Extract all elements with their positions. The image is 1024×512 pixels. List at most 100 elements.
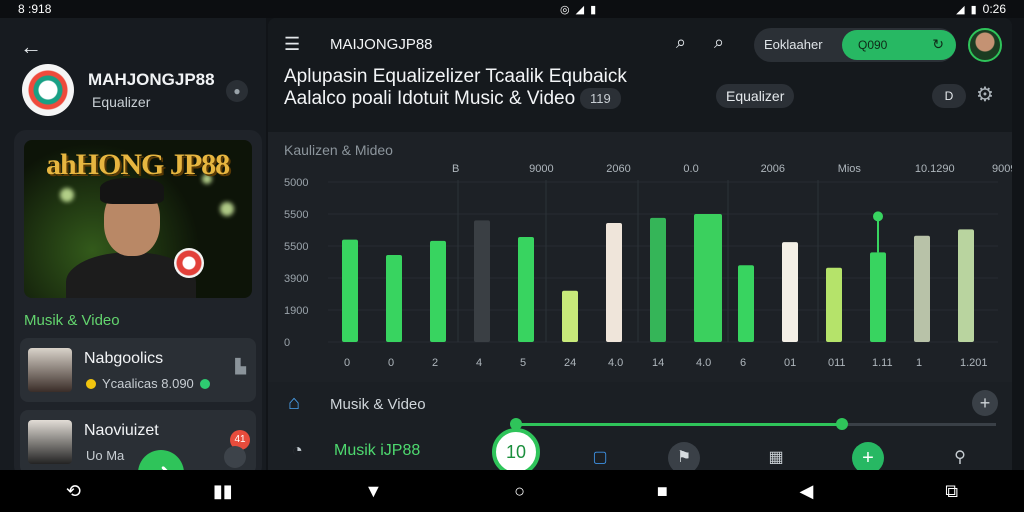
preset-label: Musik iJP88: [334, 442, 421, 459]
media-label: Musik & Video: [330, 396, 426, 413]
headline-count-badge: 119: [580, 88, 621, 109]
add-icon[interactable]: +: [972, 390, 998, 416]
list-item[interactable]: Naoviuizet Uo Ma 41: [20, 410, 256, 474]
y-tick-label: 5500: [284, 241, 308, 253]
slider-end-knob[interactable]: [836, 418, 849, 430]
eq-bar: [342, 239, 358, 342]
list-item-thumbnail: [28, 420, 72, 464]
y-tick-label: 5500: [284, 209, 308, 221]
x-tick-label: 1.11: [872, 357, 893, 369]
level-knob[interactable]: 10: [492, 428, 540, 470]
back-arrow-icon[interactable]: ←: [20, 34, 42, 60]
list-item-title: Nabgoolics: [84, 350, 164, 367]
bars-icon[interactable]: ▙: [235, 358, 246, 375]
status-time-left: 8 :918: [18, 2, 52, 16]
pill-green-button[interactable]: Q090 ↻: [842, 30, 956, 60]
eq-bar: [694, 214, 722, 342]
eq-bar: [958, 229, 974, 342]
pill-label: Eoklaaher: [764, 37, 823, 52]
menu-icon[interactable]: ☰: [284, 34, 300, 55]
x-tick-label: 1: [916, 357, 922, 369]
bottom-controls: ⌂ Musik & Video + ◔ Musik iJP88 10 ▢ ⚑ ▦…: [268, 382, 1012, 470]
media-card: ahHONG JP88 Musik & Video Nabgoolics Yca…: [14, 130, 262, 496]
wifi-icon: ◢: [575, 3, 585, 16]
main-panel: ☰ MAIJONGJP88 ⌕ ⌕ Eoklaaher Q090 ↻ Aplup…: [268, 18, 1012, 470]
eq-bar: [386, 254, 402, 342]
list-item-meta: Ycaalicas 8.090: [86, 376, 210, 391]
rotate-icon[interactable]: ⟲: [66, 481, 81, 502]
eq-bar: [430, 240, 446, 342]
eq-bar: [650, 217, 666, 342]
grey-dot-icon: [224, 446, 246, 468]
eq-bar: [518, 237, 534, 342]
status-right: ◢ ▮ 0:26: [956, 2, 1006, 16]
hero-image[interactable]: ahHONG JP88: [24, 140, 252, 298]
account-pill[interactable]: Eoklaaher Q090 ↻: [754, 28, 956, 62]
section-label: Musik & Video: [24, 312, 120, 329]
volume-slider-fill: [516, 423, 843, 426]
chat-icon[interactable]: ▢: [584, 442, 616, 470]
x-tick-label: 011: [828, 357, 846, 369]
status-time-right: 0:26: [982, 2, 1006, 16]
wifi-right-icon: ◢: [956, 3, 965, 16]
x-tick-label: 6: [740, 357, 746, 369]
eq-bar: [826, 267, 842, 342]
search-icon[interactable]: ⌕: [676, 32, 686, 53]
list-item-meta-text: Ycaalicas 8.090: [102, 376, 194, 391]
status-dot-yellow: [86, 378, 96, 389]
list-item[interactable]: Nabgoolics Ycaalicas 8.090 ▙: [20, 338, 256, 402]
eq-bar: [738, 265, 754, 342]
main-header: ☰ MAIJONGJP88 ⌕ ⌕ Eoklaaher Q090 ↻ Aplup…: [268, 18, 1012, 132]
d-chip[interactable]: D: [932, 84, 966, 108]
avatar[interactable]: [968, 28, 1002, 62]
recents-icon[interactable]: ■: [657, 481, 668, 502]
eq-bar: [606, 222, 622, 342]
top-label: 2006: [761, 163, 785, 175]
split-icon[interactable]: ▮▮: [213, 481, 233, 502]
x-tick-label: 1.201: [960, 357, 988, 369]
location-icon[interactable]: ⚲: [944, 442, 976, 470]
x-tick-label: 5: [520, 357, 526, 369]
top-label: 9000: [529, 163, 553, 175]
x-tick-label: 0: [344, 357, 350, 369]
gear-icon[interactable]: ⚙: [976, 82, 994, 107]
left-panel: ← MAHJONGJP88 Equalizer ● ahHONG JP88 Mu…: [0, 18, 266, 496]
brand-title: MAHJONGJP88: [88, 70, 215, 89]
battery-icon: ▮: [590, 3, 597, 16]
eq-bar: [562, 290, 578, 342]
list-item-meta: Uo Ma: [86, 448, 124, 463]
eq-bar: [782, 242, 798, 342]
grid-icon[interactable]: ▦: [760, 442, 792, 470]
y-tick-label: 1900: [284, 305, 308, 317]
top-label: Mios: [838, 163, 862, 175]
app-title: MAIJONGJP88: [330, 36, 433, 53]
x-tick-label: 4.0: [696, 357, 711, 369]
top-label: B: [452, 163, 459, 175]
top-label: 2060: [606, 163, 630, 175]
screenshot-icon[interactable]: ⧉: [945, 481, 958, 502]
more-dot-icon[interactable]: ●: [226, 80, 248, 102]
add-button[interactable]: +: [852, 442, 884, 470]
battery-right-icon: ▮: [970, 3, 977, 16]
status-dot-green: [199, 378, 210, 389]
back-icon[interactable]: ◀: [800, 481, 814, 502]
x-tick-label: 4.0: [608, 357, 623, 369]
volume-slider[interactable]: [510, 418, 996, 430]
equalizer-chart-svg: 500055005500390019000B 9000 2060 0.0 2006 Mio…: [284, 163, 1012, 369]
flag-icon[interactable]: ⚑: [668, 442, 700, 470]
tag-icon: ◔: [292, 440, 303, 460]
zoom-icon[interactable]: ⌕: [714, 32, 724, 53]
list-item-meta-text: Uo Ma: [86, 448, 125, 463]
y-tick-label: 5000: [284, 177, 308, 189]
x-tick-label: 01: [784, 357, 796, 369]
bokeh-light: [60, 188, 74, 202]
hero-title: ahHONG JP88: [46, 148, 230, 181]
top-label: 10.1290: [915, 163, 955, 175]
pill-green-label: Q090: [858, 38, 888, 52]
equalizer-chip[interactable]: Equalizer: [716, 84, 795, 108]
y-tick-label: 3900: [284, 273, 308, 285]
refresh-icon: ↻: [932, 36, 944, 52]
status-center-icons: ◎ ◢ ▮: [560, 3, 596, 16]
home-icon[interactable]: ○: [514, 481, 525, 502]
back-triangle-icon[interactable]: ▼: [364, 481, 382, 502]
